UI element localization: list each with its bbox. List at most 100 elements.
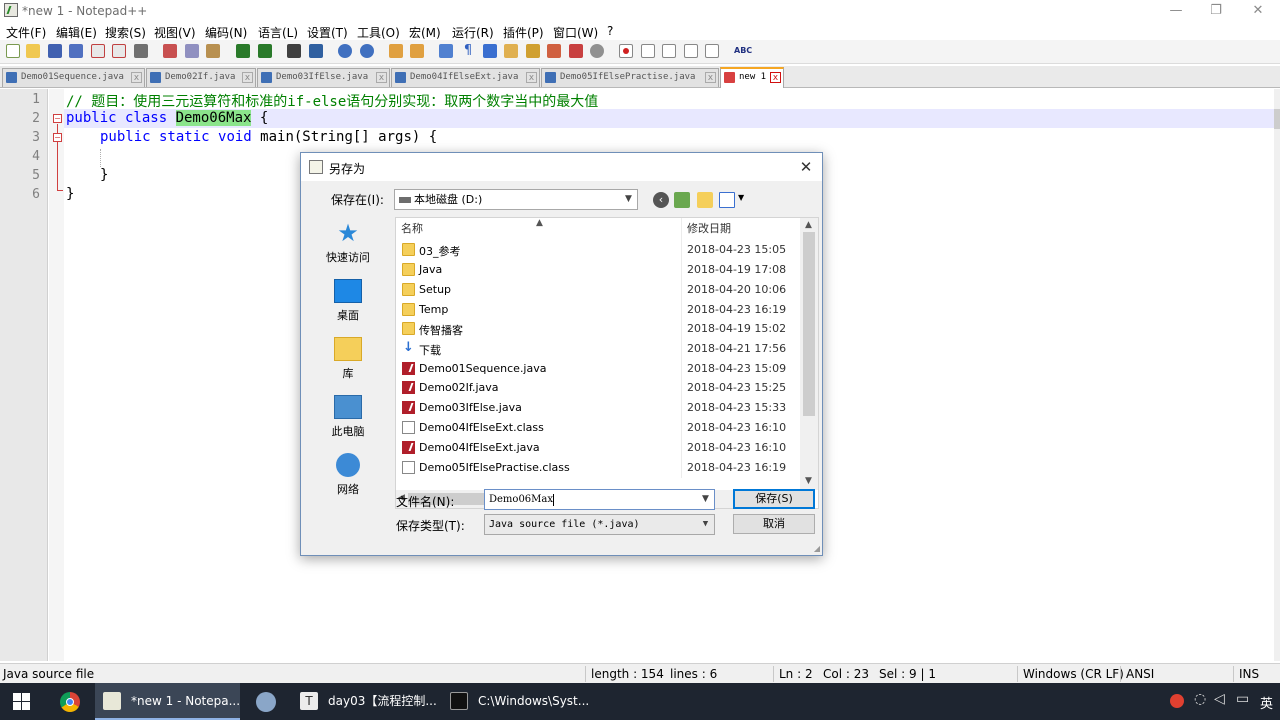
file-row[interactable]: Demo03IfElse.java 2018-04-23 15:33 xyxy=(396,398,796,418)
file-row[interactable]: Java 2018-04-19 17:08 xyxy=(396,260,796,280)
word-wrap-icon[interactable] xyxy=(439,44,453,58)
place-desktop[interactable]: 桌面 xyxy=(315,279,381,323)
chrome-icon[interactable] xyxy=(60,692,80,712)
place-quick-access[interactable]: ★ 快速访问 xyxy=(315,221,381,265)
play-macro-icon[interactable] xyxy=(662,44,676,58)
resize-grip-icon[interactable]: ◢ xyxy=(814,544,820,553)
monitoring-icon[interactable] xyxy=(590,44,604,58)
notification-icon[interactable]: ▭ xyxy=(1236,691,1249,707)
place-network[interactable]: 网络 xyxy=(315,453,381,497)
ime-indicator[interactable]: 英 xyxy=(1260,693,1273,712)
cancel-button[interactable]: 取消 xyxy=(733,514,815,534)
chevron-down-icon[interactable]: ▼ xyxy=(700,490,711,509)
menu-plugins[interactable]: 插件(P) xyxy=(503,24,544,41)
filename-input[interactable]: Demo06Max ▼ xyxy=(484,489,715,510)
file-row[interactable]: Demo05IfElsePractise.class 2018-04-23 16… xyxy=(396,458,796,478)
column-header-name[interactable]: 名称 xyxy=(401,218,423,240)
spell-check-icon[interactable]: ABC xyxy=(734,44,752,58)
menu-macro[interactable]: 宏(M) xyxy=(409,24,441,41)
view-menu-icon[interactable] xyxy=(719,192,735,208)
column-header-date[interactable]: 修改日期 xyxy=(687,218,731,240)
save-in-dropdown[interactable]: 本地磁盘 (D:) ▼ xyxy=(394,189,638,210)
doc-map-icon[interactable] xyxy=(526,44,540,58)
fold-toggle-icon[interactable]: − xyxy=(53,114,62,123)
minimize-button[interactable]: — xyxy=(1156,1,1196,21)
file-row[interactable]: Setup 2018-04-20 10:06 xyxy=(396,280,796,300)
folder-workspace-icon[interactable] xyxy=(569,44,583,58)
editor-scrollbar[interactable] xyxy=(1274,89,1280,661)
scroll-down-icon[interactable]: ▼ xyxy=(805,476,812,486)
task-cmd[interactable]: C:\Windows\Syst... xyxy=(442,683,588,720)
menu-search[interactable]: 搜索(S) xyxy=(105,24,146,41)
filetype-dropdown[interactable]: Java source file (*.java) ▼ xyxy=(484,514,715,535)
task-day03-doc[interactable]: T day03【流程控制... xyxy=(292,683,438,720)
save-icon[interactable] xyxy=(48,44,62,58)
undo-icon[interactable] xyxy=(236,44,250,58)
windows-start-icon[interactable] xyxy=(13,693,30,710)
fold-toggle-icon[interactable]: − xyxy=(53,133,62,142)
dialog-close-button[interactable]: ✕ xyxy=(796,157,816,177)
tray-app-icon[interactable] xyxy=(1170,694,1184,708)
cut-icon[interactable] xyxy=(163,44,177,58)
new-file-icon[interactable] xyxy=(6,44,20,58)
menu-view[interactable]: 视图(V) xyxy=(154,24,196,41)
tab-new-1[interactable]: new 1 x xyxy=(720,67,784,88)
restore-button[interactable]: ❐ xyxy=(1196,1,1236,21)
up-folder-icon[interactable] xyxy=(674,192,690,208)
close-all-icon[interactable] xyxy=(112,44,126,58)
zoom-out-icon[interactable] xyxy=(360,44,374,58)
udl-icon[interactable] xyxy=(504,44,518,58)
menu-run[interactable]: 运行(R) xyxy=(452,24,494,41)
tab-demo04ifelseext[interactable]: Demo04IfElseExt.java x xyxy=(391,68,540,87)
file-row[interactable]: 03_参考 2018-04-23 15:05 xyxy=(396,240,796,260)
copy-icon[interactable] xyxy=(185,44,199,58)
open-file-icon[interactable] xyxy=(26,44,40,58)
file-row[interactable]: ↓ 下载 2018-04-21 17:56 xyxy=(396,339,796,359)
place-library[interactable]: 库 xyxy=(315,337,381,381)
close-tab-icon[interactable]: x xyxy=(376,72,387,83)
menu-file[interactable]: 文件(F) xyxy=(6,24,46,41)
function-list-icon[interactable] xyxy=(547,44,561,58)
file-row[interactable]: 传智播客 2018-04-19 15:02 xyxy=(396,319,796,339)
close-file-icon[interactable] xyxy=(91,44,105,58)
file-row[interactable]: Temp 2018-04-23 16:19 xyxy=(396,300,796,320)
menu-edit[interactable]: 编辑(E) xyxy=(56,24,97,41)
replace-icon[interactable] xyxy=(309,44,323,58)
print-icon[interactable] xyxy=(134,44,148,58)
redo-icon[interactable] xyxy=(258,44,272,58)
paste-icon[interactable] xyxy=(206,44,220,58)
menu-settings[interactable]: 设置(T) xyxy=(307,24,348,41)
indent-guide-icon[interactable] xyxy=(483,44,497,58)
file-list-vertical-scrollbar[interactable]: ▲ ▼ xyxy=(800,218,818,490)
save-macro-icon[interactable] xyxy=(705,44,719,58)
sync-vertical-icon[interactable] xyxy=(389,44,403,58)
scrollbar-thumb[interactable] xyxy=(1274,109,1280,129)
tab-demo05ifelsepractise[interactable]: Demo05IfElsePractise.java x xyxy=(541,68,719,87)
network-icon[interactable]: ◌ xyxy=(1194,691,1206,707)
close-tab-icon[interactable]: x xyxy=(705,72,716,83)
tab-demo02if[interactable]: Demo02If.java x xyxy=(146,68,256,87)
volume-icon[interactable]: ◁ xyxy=(1214,691,1225,707)
find-icon[interactable] xyxy=(287,44,301,58)
file-list[interactable]: ▲ 名称 修改日期 03_参考 2018-04-23 15:05 Java 20… xyxy=(395,217,819,509)
stop-macro-icon[interactable] xyxy=(641,44,655,58)
back-icon[interactable]: ‹ xyxy=(653,192,669,208)
save-button[interactable]: 保存(S) xyxy=(733,489,815,509)
new-folder-icon[interactable] xyxy=(697,192,713,208)
file-row[interactable]: Demo04IfElseExt.class 2018-04-23 16:10 xyxy=(396,418,796,438)
app-gear-icon[interactable] xyxy=(256,692,276,712)
close-tab-icon[interactable]: x xyxy=(526,72,537,83)
menu-window[interactable]: 窗口(W) xyxy=(553,24,598,41)
show-all-chars-icon[interactable]: ¶ xyxy=(461,44,475,58)
close-tab-icon[interactable]: x xyxy=(131,72,142,83)
save-all-icon[interactable] xyxy=(69,44,83,58)
zoom-in-icon[interactable] xyxy=(338,44,352,58)
run-macro-multiple-icon[interactable] xyxy=(684,44,698,58)
tab-demo01sequence[interactable]: Demo01Sequence.java x xyxy=(2,68,145,87)
menu-help[interactable]: ? xyxy=(607,24,613,38)
task-notepad[interactable]: *new 1 - Notepa... xyxy=(95,683,240,720)
sync-horizontal-icon[interactable] xyxy=(410,44,424,58)
close-tab-icon[interactable]: x xyxy=(770,72,781,83)
tab-demo03ifelse[interactable]: Demo03IfElse.java x xyxy=(257,68,390,87)
record-macro-icon[interactable] xyxy=(619,44,633,58)
